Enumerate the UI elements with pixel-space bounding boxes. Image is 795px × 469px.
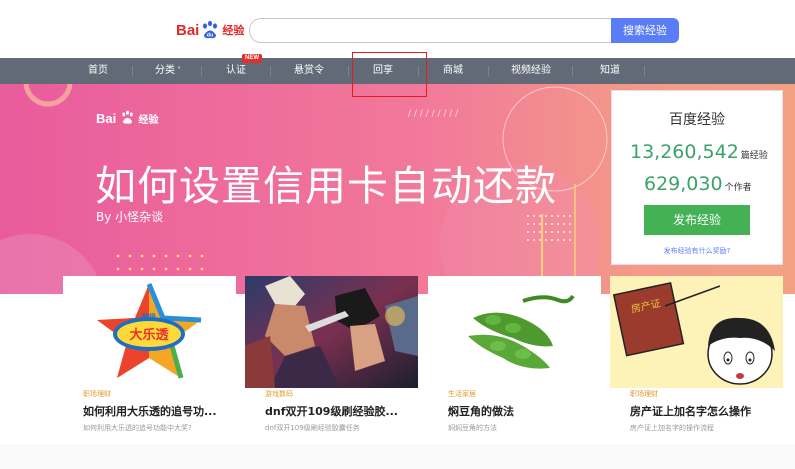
- card-category[interactable]: 职场理财: [630, 389, 658, 399]
- nav-divider: [488, 66, 489, 77]
- nav-divider: [270, 66, 271, 77]
- authors-unit: 个作者: [724, 183, 752, 193]
- nav-item-video[interactable]: 视频经验: [500, 58, 562, 84]
- nav-item-home[interactable]: 首页: [70, 58, 126, 84]
- authors-count-value: 629,030: [644, 173, 723, 195]
- baidu-paw-icon: [122, 110, 133, 124]
- experience-card[interactable]: 游戏数码 dnf双开109级刷经验胶... dnf双开109级刷经验胶囊任务: [245, 276, 418, 444]
- nav-divider: [644, 66, 645, 77]
- banner-logo-bai: Bai: [96, 111, 117, 126]
- nav-divider: [572, 66, 573, 77]
- nav-item-zhidao[interactable]: 知道: [582, 58, 638, 84]
- experience-card[interactable]: 大乐透 超级 职场理财 如何利用大乐透的追号功... 如何利用大乐透的追号功能中…: [63, 276, 236, 444]
- card-description: 如何利用大乐透的追号功能中大奖?: [83, 424, 192, 432]
- banner-title[interactable]: 如何设置信用卡自动还款: [95, 152, 557, 212]
- svg-text:du: du: [207, 33, 214, 39]
- stats-title: 百度经验: [669, 112, 725, 128]
- card-category[interactable]: 生活家居: [448, 389, 476, 399]
- header: Bai du 经验 搜索经验: [0, 0, 795, 58]
- card-title[interactable]: dnf双开109级刷经验胶...: [265, 403, 398, 419]
- card-thumbnail-dnf[interactable]: [245, 276, 418, 388]
- banner-author: By 小怪杂谈: [96, 210, 164, 224]
- nav-divider: [132, 66, 133, 77]
- dnf-game-art: [245, 276, 418, 388]
- green-beans-image: [428, 276, 601, 388]
- baidu-paw-icon: du: [203, 20, 218, 39]
- highlight-box: [352, 52, 427, 97]
- card-title[interactable]: 房产证上加名字怎么操作: [630, 403, 751, 419]
- logo-bai-text: Bai: [176, 21, 200, 39]
- nav-item-reward[interactable]: 悬赏令: [278, 58, 340, 84]
- lottery-logo-subtext: 超级: [142, 312, 157, 321]
- card-description: 焖焖豆角的方法: [448, 424, 497, 432]
- card-thumbnail-lottery[interactable]: 大乐透 超级: [63, 276, 236, 388]
- card-description: dnf双开109级刷经验胶囊任务: [265, 424, 360, 432]
- nav-item-category-label: 分类: [155, 65, 175, 76]
- stats-panel: 百度经验 13,260,542 篇经验 629,030 个作者 发布经验 发布经验有…: [611, 90, 783, 265]
- experience-card[interactable]: 房产证 职场理财 房产证上加名字怎么操作 房产证上加名字的操作流程: [610, 276, 783, 444]
- card-title[interactable]: 如何利用大乐透的追号功...: [83, 403, 217, 419]
- search-button[interactable]: 搜索经验: [611, 18, 679, 43]
- search-input[interactable]: [249, 18, 612, 43]
- baidu-jingyan-logo[interactable]: Bai du 经验: [176, 18, 244, 42]
- nav-item-mall[interactable]: 商城: [425, 58, 481, 84]
- card-category[interactable]: 职场理财: [83, 389, 111, 399]
- banner-logo: Bai 经验: [96, 110, 158, 126]
- card-category[interactable]: 游戏数码: [265, 389, 293, 399]
- nav-divider: [348, 66, 349, 77]
- lottery-logo-text: 大乐透: [129, 327, 168, 343]
- authors-count: 629,030 个作者: [644, 173, 752, 195]
- publish-experience-button[interactable]: 发布经验: [644, 205, 750, 235]
- card-description: 房产证上加名字的操作流程: [630, 424, 714, 432]
- experiences-count: 13,260,542 篇经验: [630, 141, 768, 163]
- card-thumbnail-property[interactable]: 房产证: [610, 276, 783, 388]
- banner-logo-jingyan: 经验: [138, 115, 159, 126]
- card-title[interactable]: 焖豆角的做法: [448, 403, 514, 419]
- publish-reward-link[interactable]: 发布经验有什么奖励?: [612, 246, 782, 256]
- property-cert-cartoon: 房产证: [610, 276, 783, 388]
- page-bottom-area: [0, 444, 795, 469]
- experiences-count-value: 13,260,542: [630, 141, 739, 163]
- lottery-star-logo: 大乐透 超级: [63, 276, 236, 388]
- svg-text:/ / / / / / / / /: / / / / / / / / /: [408, 109, 459, 119]
- experiences-unit: 篇经验: [740, 151, 768, 161]
- card-thumbnail-beans[interactable]: [428, 276, 601, 388]
- new-badge: NEW: [242, 54, 262, 63]
- chevron-down-icon: ˅: [177, 66, 181, 75]
- nav-item-category[interactable]: 分类 ˅: [138, 58, 198, 84]
- experience-card[interactable]: 生活家居 焖豆角的做法 焖焖豆角的方法: [428, 276, 601, 444]
- logo-jingyan-text: 经验: [222, 24, 245, 37]
- nav-divider: [201, 66, 202, 77]
